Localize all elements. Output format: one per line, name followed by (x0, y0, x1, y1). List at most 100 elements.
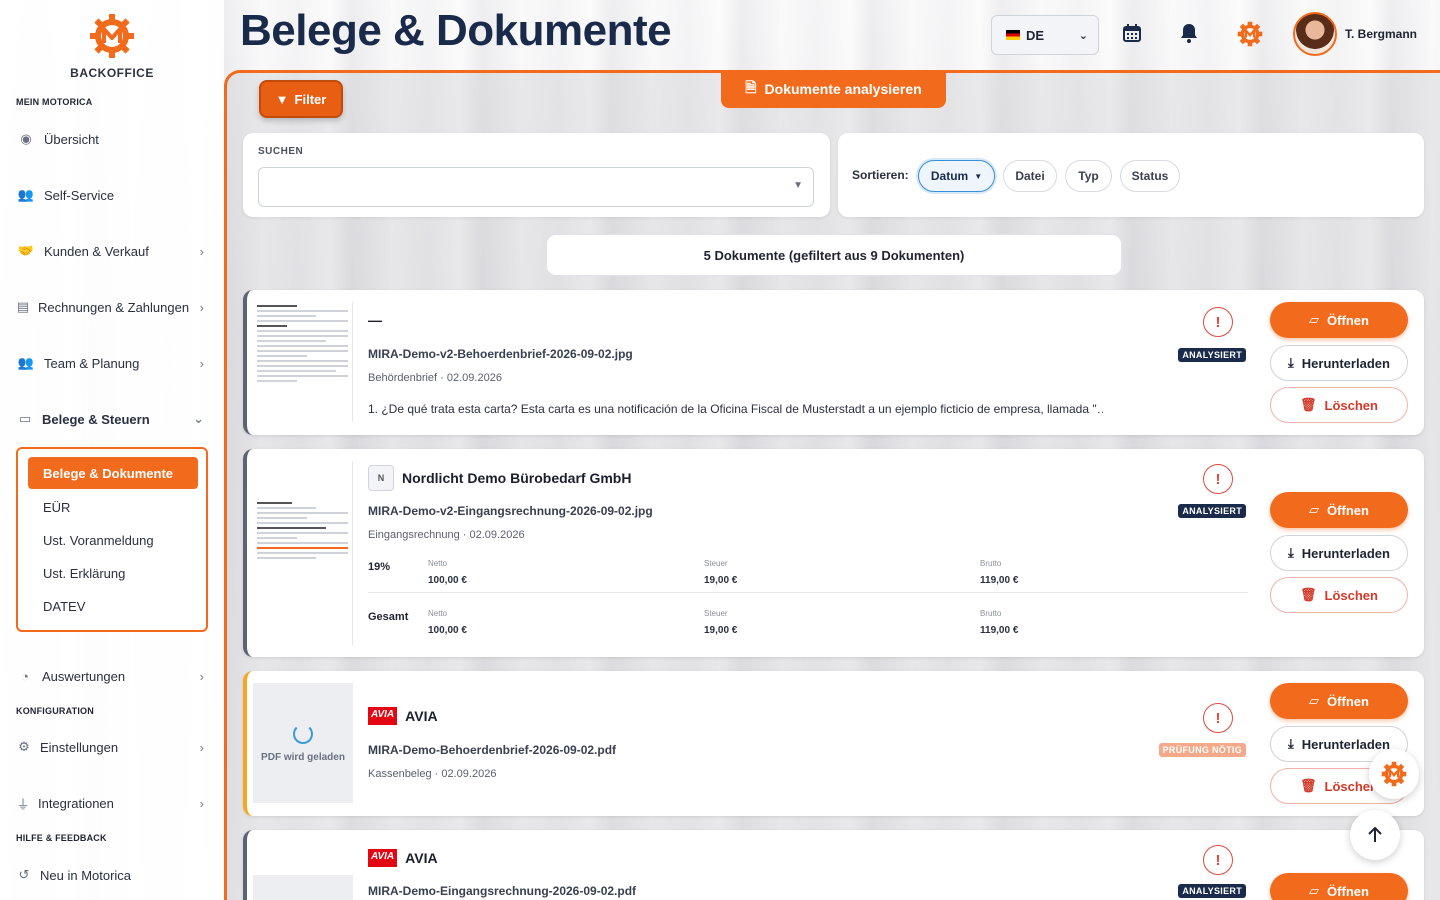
filter-button[interactable]: ▼ Filter (259, 80, 343, 118)
submenu-item-ust-voranmeldung[interactable]: Ust. Voranmeldung (43, 533, 154, 548)
sidebar-item-neu[interactable]: ↺ Neu in Motorica (16, 858, 212, 892)
scroll-top-button[interactable] (1350, 810, 1400, 860)
filter-icon: ▼ (275, 91, 289, 107)
search-label: SUCHEN (258, 146, 304, 157)
document-card: AVIA AVIA MIRA-Demo-Eingangsrechnung-2026… (243, 830, 1424, 900)
warning-icon[interactable]: ! (1203, 845, 1233, 875)
sidebar-item-team[interactable]: 👥 Team & Planung › (16, 346, 212, 380)
open-button[interactable]: ▱ Öffnen (1270, 873, 1408, 900)
file-plus-icon: 🗎 (745, 79, 757, 95)
language-select[interactable]: DE ⌄ (991, 15, 1099, 55)
plug-icon: ⏚ (16, 796, 30, 812)
document-count: 5 Dokumente (gefiltert aus 9 Dokumenten) (546, 234, 1122, 276)
status-badge: ANALYSIERT (1178, 884, 1246, 898)
sidebar-item-belege-steuern[interactable]: ▭ Belege & Steuern ⌄ (16, 402, 212, 436)
folder-open-icon: ▱ (1309, 312, 1320, 327)
avatar[interactable] (1293, 12, 1337, 56)
sidebar: BACKOFFICE MEIN MOTORICA ◉ Übersicht 👥 Sel… (0, 0, 224, 900)
sort-datei[interactable]: Datei (1003, 160, 1057, 192)
folder-open-icon: ▱ (1309, 502, 1320, 517)
pie-chart-icon: ◔ (21, 668, 29, 684)
download-button[interactable]: ⤓ Herunterladen (1270, 535, 1408, 571)
handshake-icon: 🤝 (17, 243, 35, 258)
document-filename: MIRA-Demo-v2-Eingangsrechnung-2026-09-02… (368, 504, 653, 518)
sidebar-item-einstellungen[interactable]: ⚙ Einstellungen › (16, 730, 212, 764)
document-excerpt: 1. ¿De qué trata esta carta? Esta carta … (368, 402, 1103, 416)
bell-icon[interactable] (1178, 22, 1200, 44)
submenu-item-belege-dokumente[interactable]: Belege & Dokumente (28, 457, 198, 489)
open-button[interactable]: ▱ Öffnen (1270, 683, 1408, 719)
document-title: — (368, 312, 382, 328)
document-meta: Kassenbeleg · 02.09.2026 (368, 768, 497, 780)
sidebar-item-integrationen[interactable]: ⏚ Integrationen › (16, 786, 212, 820)
document-thumbnail[interactable] (253, 302, 353, 422)
motorica-assistant-icon (1381, 761, 1407, 787)
download-button[interactable]: ⤓ Herunterladen (1270, 345, 1408, 381)
download-icon: ⤓ (1288, 355, 1294, 370)
status-badge: PRÜFUNG NÖTIG (1158, 743, 1246, 757)
chevron-right-icon: › (199, 739, 204, 755)
warning-icon[interactable]: ! (1203, 464, 1233, 494)
page-title: Belege & Dokumente (240, 6, 672, 55)
folder-open-icon: ▱ (1309, 883, 1320, 898)
arrow-up-icon (1368, 826, 1382, 842)
sort-datum[interactable]: Datum ▼ (918, 160, 995, 192)
user-name[interactable]: T. Bergmann (1345, 27, 1417, 41)
warning-icon[interactable]: ! (1203, 307, 1233, 337)
document-thumbnail[interactable] (253, 461, 353, 645)
tax-total-row: Gesamt Netto 100,00 € Steuer 19,00 € Brutt… (368, 609, 1019, 636)
users-gear-icon: 👥 (17, 187, 35, 202)
calendar-icon[interactable] (1121, 22, 1143, 44)
delete-button[interactable]: 🗑 Löschen (1270, 577, 1408, 613)
search-input[interactable]: ▼ (258, 167, 814, 207)
brand-label: BACKOFFICE (70, 66, 154, 80)
sidebar-item-uebersicht[interactable]: ◉ Übersicht (16, 122, 212, 156)
sidebar-item-auswertungen[interactable]: ◔ Auswertungen › (16, 659, 212, 693)
sidebar-item-self-service[interactable]: 👥 Self-Service (16, 178, 212, 212)
sort-status[interactable]: Status (1120, 160, 1180, 192)
motorica-settings-icon[interactable] (1236, 20, 1264, 48)
chevron-right-icon: › (199, 795, 204, 811)
open-button[interactable]: ▱ Öffnen (1270, 302, 1408, 338)
document-title: N Nordlicht Demo Bürobedarf GmbH (368, 465, 631, 491)
document-title: AVIA AVIA (368, 849, 438, 867)
invoice-icon: ▤ (16, 299, 30, 314)
sort-typ[interactable]: Typ (1065, 160, 1112, 192)
document-card: N Nordlicht Demo Bürobedarf GmbH MIRA-Dem… (243, 449, 1424, 657)
assistant-fab[interactable] (1369, 749, 1419, 799)
vendor-initial-badge: N (368, 465, 394, 491)
submenu-item-ust-erklaerung[interactable]: Ust. Erklärung (43, 566, 125, 581)
folder-open-icon: ▱ (1309, 693, 1320, 708)
trash-icon: 🗑 (1300, 397, 1317, 412)
analyze-documents-button[interactable]: 🗎 Dokumente analysieren (721, 70, 946, 108)
trash-icon: 🗑 (1300, 587, 1317, 602)
warning-icon[interactable]: ! (1203, 703, 1233, 733)
belege-submenu: Belege & Dokumente EÜR Ust. Voranmeldung… (16, 447, 208, 632)
folder-open-icon: ▭ (18, 411, 32, 426)
download-icon: ⤓ (1288, 736, 1294, 751)
document-card: PDF wird geladen AVIA AVIA MIRA-Demo-Beho… (243, 671, 1424, 816)
status-badge: ANALYSIERT (1178, 348, 1246, 362)
chevron-right-icon: › (199, 299, 204, 315)
document-meta: Behördenbrief · 02.09.2026 (368, 372, 502, 384)
flag-de-icon (1006, 30, 1020, 40)
motorica-logo-icon[interactable] (88, 12, 136, 60)
submenu-item-euer[interactable]: EÜR (43, 500, 70, 515)
section-konfiguration: KONFIGURATION (16, 706, 94, 716)
open-button[interactable]: ▱ Öffnen (1270, 492, 1408, 528)
sidebar-item-rechnungen[interactable]: ▤ Rechnungen & Zahlungen › (16, 290, 212, 324)
delete-button[interactable]: 🗑 Löschen (1270, 387, 1408, 423)
chevron-down-icon: ▼ (793, 180, 803, 191)
avia-logo: AVIA (368, 707, 398, 725)
document-meta: Eingangsrechnung · 02.09.2026 (368, 529, 525, 541)
document-card: — MIRA-Demo-v2-Behoerdenbrief-2026-09-02… (243, 290, 1424, 435)
document-filename: MIRA-Demo-Eingangsrechnung-2026-09-02.pd… (368, 884, 637, 898)
tax-row: 19% Netto 100,00 € Steuer 19,00 € Brutto 11… (368, 553, 1248, 593)
section-mein-motorica: MEIN MOTORICA (16, 97, 93, 107)
document-filename: MIRA-Demo-v2-Behoerdenbrief-2026-09-02.j… (368, 347, 633, 361)
submenu-item-datev[interactable]: DATEV (43, 599, 85, 614)
section-hilfe: HILFE & FEEDBACK (16, 833, 107, 843)
document-title: AVIA AVIA (368, 707, 438, 725)
chevron-down-icon: ⌄ (193, 411, 204, 426)
sidebar-item-kunden[interactable]: 🤝 Kunden & Verkauf › (16, 234, 212, 268)
